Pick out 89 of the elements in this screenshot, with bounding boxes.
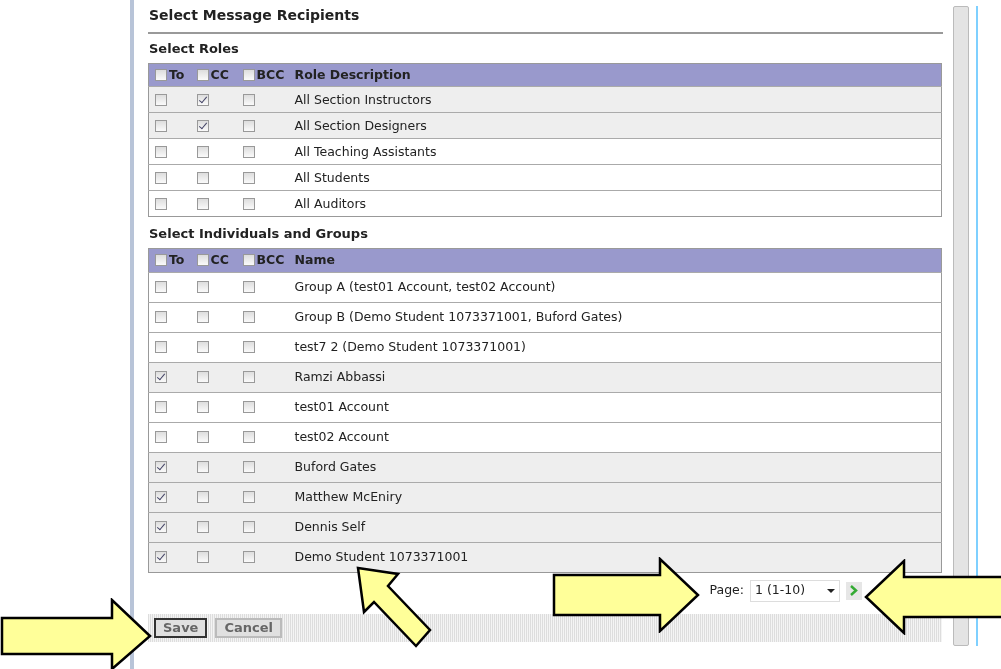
checkbox[interactable] bbox=[196, 551, 209, 564]
checkbox[interactable] bbox=[242, 69, 255, 81]
column-header: CC bbox=[210, 252, 229, 267]
checkbox[interactable] bbox=[196, 371, 209, 384]
role-name: All Students bbox=[294, 169, 370, 185]
column-header: BCC bbox=[256, 252, 285, 267]
next-page-button[interactable] bbox=[846, 581, 862, 600]
checkbox[interactable] bbox=[196, 401, 209, 414]
checkbox[interactable] bbox=[242, 198, 255, 210]
recipient-name: Demo Student 1073371001 bbox=[294, 548, 469, 564]
checkbox[interactable] bbox=[242, 172, 255, 184]
checkbox[interactable] bbox=[196, 146, 209, 158]
checkbox[interactable] bbox=[155, 198, 167, 210]
checkbox[interactable] bbox=[242, 120, 255, 132]
role-name: All Auditors bbox=[294, 195, 367, 211]
column-header: Role Description bbox=[294, 66, 411, 82]
checkbox[interactable] bbox=[155, 461, 167, 474]
arrow-icon bbox=[864, 559, 1001, 635]
checkbox[interactable] bbox=[242, 94, 255, 106]
checkbox[interactable] bbox=[242, 461, 255, 474]
checkbox[interactable] bbox=[242, 371, 255, 384]
arrow-icon bbox=[0, 598, 152, 669]
checkbox[interactable] bbox=[242, 146, 255, 158]
checkbox[interactable] bbox=[155, 281, 167, 294]
scrollbar[interactable] bbox=[953, 6, 969, 646]
checkbox[interactable] bbox=[196, 431, 209, 444]
checkbox[interactable] bbox=[242, 311, 255, 324]
checkbox[interactable] bbox=[242, 341, 255, 354]
checkbox[interactable] bbox=[196, 491, 209, 504]
checkbox[interactable] bbox=[155, 254, 167, 267]
chevron-right-icon bbox=[850, 585, 858, 597]
recipient-name: test01 Account bbox=[294, 398, 389, 414]
checkbox[interactable] bbox=[196, 198, 209, 210]
checkbox[interactable] bbox=[155, 69, 167, 81]
checkbox[interactable] bbox=[242, 401, 255, 414]
page-select[interactable]: 1 (1-10) bbox=[750, 579, 840, 602]
role-name: All Section Designers bbox=[294, 117, 427, 133]
checkbox[interactable] bbox=[196, 254, 209, 267]
recipient-name: Dennis Self bbox=[294, 518, 366, 534]
column-header: CC bbox=[210, 66, 229, 82]
checkbox[interactable] bbox=[155, 371, 167, 384]
checkbox[interactable] bbox=[155, 431, 167, 444]
recipient-name: test7 2 (Demo Student 1073371001) bbox=[294, 338, 526, 354]
arrow-icon bbox=[354, 564, 432, 648]
checkbox[interactable] bbox=[155, 120, 167, 132]
checkbox[interactable] bbox=[155, 341, 167, 354]
checkbox[interactable] bbox=[196, 281, 209, 294]
checkbox[interactable] bbox=[196, 120, 209, 132]
recipient-name: Ramzi Abbassi bbox=[294, 368, 386, 384]
recipient-name: Group A (test01 Account, test02 Account) bbox=[294, 278, 556, 294]
checkbox[interactable] bbox=[196, 172, 209, 184]
role-name: All Teaching Assistants bbox=[294, 143, 437, 159]
checkbox[interactable] bbox=[242, 431, 255, 444]
cancel-button[interactable]: Cancel bbox=[215, 617, 282, 638]
column-header: Name bbox=[294, 251, 335, 267]
page-title: Select Message Recipients bbox=[148, 3, 943, 34]
checkbox[interactable] bbox=[155, 94, 167, 106]
recipient-name: test02 Account bbox=[294, 428, 389, 444]
checkbox[interactable] bbox=[242, 521, 255, 534]
checkbox[interactable] bbox=[242, 491, 255, 504]
checkbox[interactable] bbox=[196, 521, 209, 534]
pager-label: Page: bbox=[709, 581, 744, 600]
checkbox[interactable] bbox=[155, 401, 167, 414]
checkbox[interactable] bbox=[155, 172, 167, 184]
column-header: To bbox=[169, 252, 185, 267]
checkbox[interactable] bbox=[155, 551, 167, 564]
checkbox[interactable] bbox=[196, 461, 209, 474]
checkbox[interactable] bbox=[155, 311, 167, 324]
checkbox[interactable] bbox=[196, 69, 209, 81]
arrow-icon bbox=[552, 557, 700, 633]
role-name: All Section Instructors bbox=[294, 91, 432, 107]
checkbox[interactable] bbox=[155, 521, 167, 534]
checkbox[interactable] bbox=[196, 341, 209, 354]
section-heading: Select Roles bbox=[149, 40, 240, 58]
caret-icon bbox=[827, 588, 835, 593]
column-header: To bbox=[169, 66, 185, 82]
column-header: BCC bbox=[256, 66, 285, 82]
checkbox[interactable] bbox=[242, 254, 255, 267]
checkbox[interactable] bbox=[155, 146, 167, 158]
recipient-name: Buford Gates bbox=[294, 458, 377, 474]
recipient-name: Group B (Demo Student 1073371001, Buford Gates) bbox=[294, 308, 623, 324]
checkbox[interactable] bbox=[196, 94, 209, 106]
checkbox[interactable] bbox=[196, 311, 209, 324]
recipient-name: Matthew McEniry bbox=[294, 488, 403, 504]
checkbox[interactable] bbox=[242, 281, 255, 294]
section-heading: Select Individuals and Groups bbox=[149, 225, 369, 244]
checkbox[interactable] bbox=[155, 491, 167, 504]
save-button[interactable]: Save bbox=[154, 617, 208, 638]
checkbox[interactable] bbox=[242, 551, 255, 564]
